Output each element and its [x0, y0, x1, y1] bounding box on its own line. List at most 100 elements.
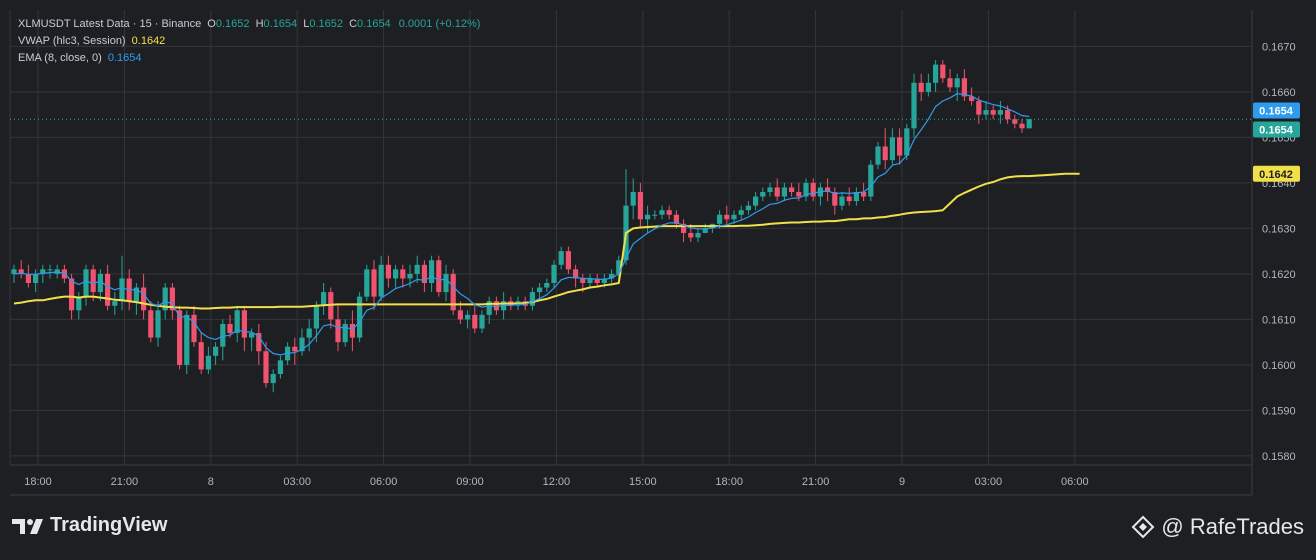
legend-ema-row[interactable]: EMA (8, close, 0) 0.1654 — [18, 50, 480, 67]
ema-value: 0.1654 — [107, 52, 142, 64]
open-label: O — [207, 18, 216, 30]
candle-body — [868, 164, 874, 197]
candle — [450, 269, 456, 315]
candle-body — [645, 214, 651, 220]
candle-body — [580, 278, 586, 283]
time-tick-label: 21:00 — [111, 476, 139, 488]
candle-body — [897, 137, 903, 156]
chart-area[interactable]: 0.1580 0.1590 0.1600 0.1610 0.1620 0.1630 0.16… — [0, 0, 1316, 555]
candle-body — [688, 232, 694, 238]
candle-body — [263, 351, 269, 384]
candle-body — [558, 251, 564, 265]
candle-body — [565, 251, 571, 270]
candle — [177, 305, 183, 370]
candle-body — [940, 64, 946, 79]
author-credit: @ RafeTrades — [1131, 514, 1304, 540]
legend-change: 0.0001 (+0.12%) — [398, 18, 481, 30]
candle-body — [436, 260, 442, 293]
candle-body — [385, 264, 391, 279]
candle-body — [529, 292, 535, 306]
chart-background — [0, 0, 1316, 555]
candle-body — [25, 273, 31, 283]
candle-body — [695, 232, 701, 238]
candle — [1026, 119, 1032, 129]
candle-body — [875, 146, 881, 165]
time-tick-label: 18:00 — [24, 476, 52, 488]
legend-close: C0.1654 — [349, 18, 394, 30]
candle — [868, 160, 874, 202]
price-tick-label: 0.1630 — [1262, 223, 1296, 235]
ema-price-tag: 0.1654 — [1253, 102, 1300, 119]
candle-body — [69, 278, 75, 311]
candle-body — [393, 269, 399, 279]
candle-body — [1019, 123, 1025, 129]
candle-body — [997, 110, 1003, 115]
brand-name: TradingView — [50, 514, 168, 536]
candle-body — [457, 310, 463, 320]
candle-body — [429, 260, 435, 283]
candle-body — [335, 319, 341, 343]
time-tick-label: 15:00 — [629, 476, 657, 488]
candle-body — [76, 296, 82, 311]
candle-body — [270, 374, 276, 384]
price-tick-label: 0.1660 — [1262, 87, 1296, 99]
price-tick-label: 0.1610 — [1262, 314, 1296, 326]
candle-body — [810, 182, 816, 197]
candle-body — [745, 205, 751, 211]
candle-body — [177, 310, 183, 365]
candle-body — [141, 287, 147, 311]
candle-body — [472, 314, 478, 329]
candle-body — [954, 78, 960, 88]
candle-body — [911, 82, 917, 129]
tradingview-brand[interactable]: TradingView — [12, 514, 167, 537]
candle-body — [378, 264, 384, 297]
candle-body — [90, 269, 96, 293]
high-value: 0.1654 — [263, 18, 298, 30]
candle-body — [198, 342, 204, 370]
legend-low: L0.1652 — [303, 18, 346, 30]
candle-body — [918, 82, 924, 92]
candle-body — [659, 210, 665, 215]
candle-body — [400, 269, 406, 279]
legend-vwap-row[interactable]: VWAP (hlc3, Session) 0.1642 — [18, 33, 480, 50]
candle-body — [933, 64, 939, 83]
candle-body — [1026, 119, 1032, 129]
chart-legend: XLMUSDT Latest Data · 15 · Binance O0.16… — [18, 16, 480, 67]
candle-body — [760, 192, 766, 197]
candle-body — [148, 310, 154, 338]
time-tick-label: 8 — [208, 476, 214, 488]
price-tick-label: 0.1590 — [1262, 405, 1296, 417]
candle-body — [753, 196, 759, 206]
time-tick-label: 06:00 — [370, 476, 398, 488]
candle-body — [47, 269, 53, 271]
close-value: 0.1654 — [357, 18, 391, 30]
candle-body — [846, 196, 852, 202]
time-tick-label: 9 — [899, 476, 905, 488]
price-chart[interactable]: 0.1580 0.1590 0.1600 0.1610 0.1620 0.1630 0.16… — [0, 0, 1316, 555]
vwap-label: VWAP (hlc3, Session) — [18, 35, 126, 47]
candle-body — [767, 187, 773, 192]
candle-body — [306, 328, 312, 338]
time-tick-label: 06:00 — [1061, 476, 1089, 488]
time-tick-label: 18:00 — [715, 476, 743, 488]
candle — [357, 292, 363, 343]
candle-body — [465, 314, 471, 320]
candle-body — [889, 137, 895, 161]
candle-body — [213, 346, 219, 356]
candle-body — [1005, 110, 1011, 120]
tradingview-logo-icon — [12, 518, 43, 534]
candle-body — [349, 323, 355, 338]
candle-body — [357, 296, 363, 338]
price-tick-label: 0.1620 — [1262, 269, 1296, 281]
candle-body — [774, 187, 780, 197]
ema-label: EMA (8, close, 0) — [18, 52, 102, 64]
candle — [364, 264, 370, 302]
candle-body — [313, 305, 319, 329]
candle-body — [407, 273, 413, 279]
legend-high: H0.1654 — [256, 18, 301, 30]
candle-body — [371, 269, 377, 297]
candle-body — [321, 292, 327, 306]
candle-body — [724, 214, 730, 220]
low-value: 0.1652 — [309, 18, 344, 30]
candle-body — [1012, 119, 1018, 124]
